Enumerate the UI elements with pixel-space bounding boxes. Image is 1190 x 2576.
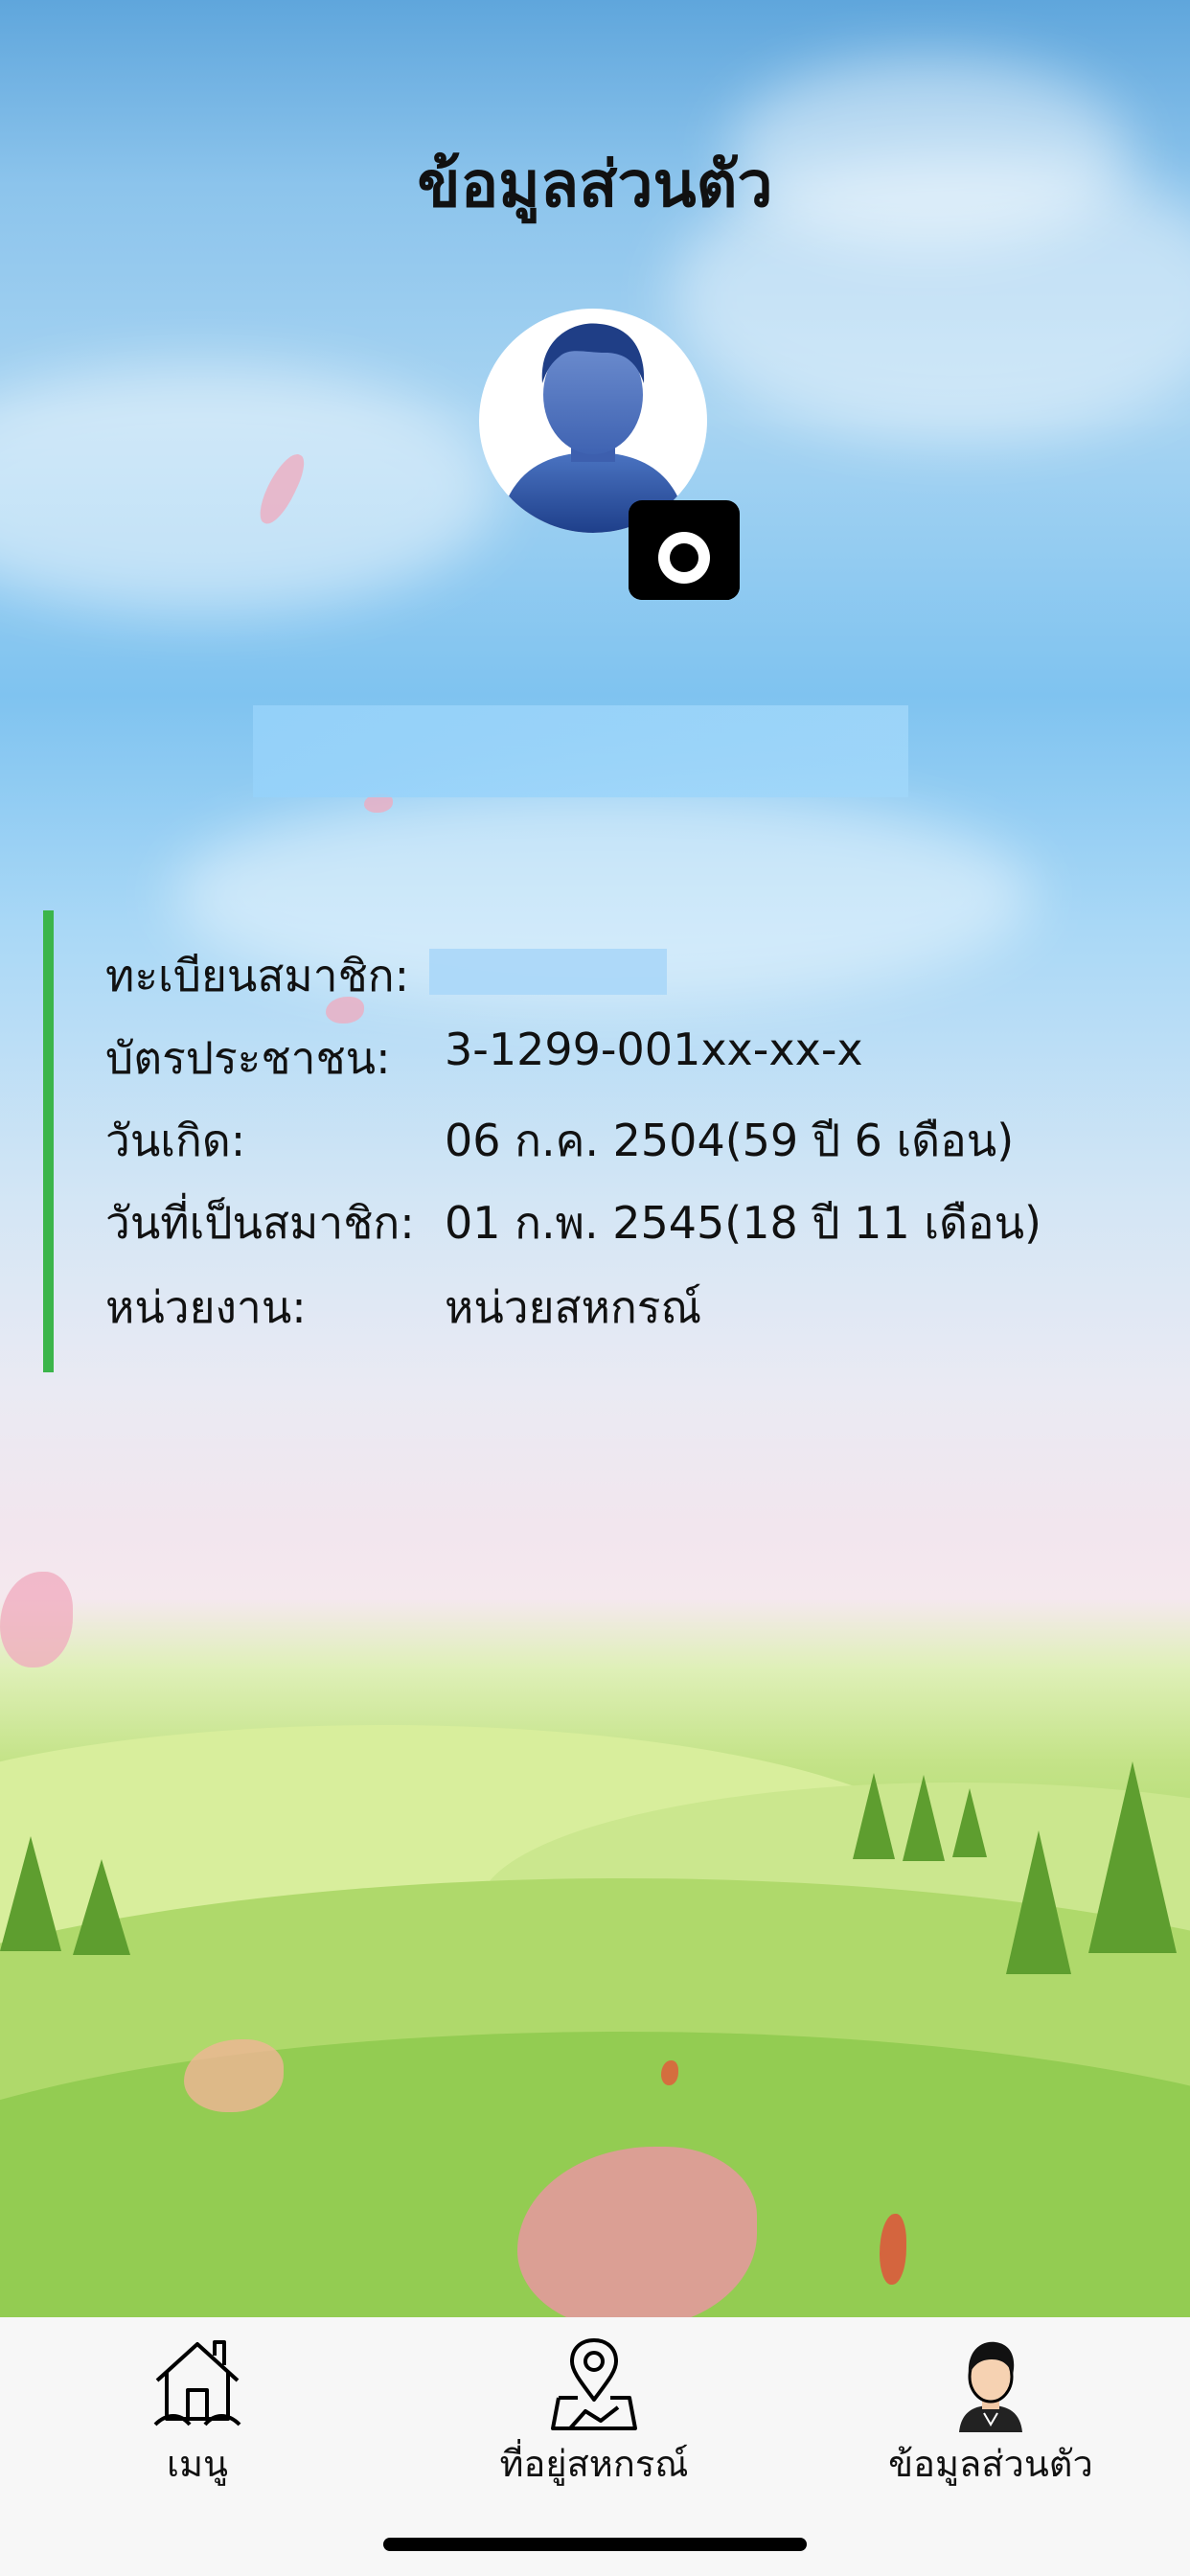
info-accent-bar	[43, 910, 54, 1372]
tree	[952, 1788, 987, 1857]
change-photo-button[interactable]	[629, 500, 740, 600]
user-silhouette-icon	[498, 323, 688, 533]
info-value: 06 ก.ค. 2504(59 ปี 6 เดือน)	[445, 1115, 1015, 1166]
info-label: วันที่เป็นสมาชิก:	[105, 1197, 415, 1249]
member-name-redacted	[253, 705, 908, 797]
info-label: ทะเบียนสมาชิก:	[105, 950, 410, 1001]
tree	[73, 1859, 130, 1955]
info-label: วันเกิด:	[105, 1115, 246, 1166]
avatar[interactable]	[479, 309, 707, 533]
nav-item-menu[interactable]: เมนู	[54, 2317, 341, 2509]
tree	[903, 1775, 945, 1861]
home-indicator	[383, 2538, 807, 2551]
petal	[0, 1572, 73, 1668]
cloud	[0, 364, 498, 613]
tree	[1088, 1761, 1177, 1953]
nav-item-location[interactable]: ที่อยู่สหกรณ์	[450, 2317, 738, 2509]
info-label: หน่วยงาน:	[105, 1281, 307, 1333]
info-value: หน่วยสหกรณ์	[445, 1281, 702, 1333]
tree	[853, 1773, 895, 1859]
nav-item-profile[interactable]: ข้อมูลส่วนตัว	[847, 2317, 1134, 2509]
tree	[1006, 1830, 1071, 1974]
info-value: 01 ก.พ. 2545(18 ปี 11 เดือน)	[445, 1197, 1041, 1249]
home-icon	[153, 2340, 241, 2426]
member-id-redacted	[429, 949, 667, 995]
nav-label-menu: เมนู	[166, 2443, 228, 2485]
profile-avatar-area	[479, 309, 740, 600]
page-title: ข้อมูลส่วนตัว	[417, 148, 773, 221]
tree	[0, 1836, 61, 1951]
map-pin-icon	[551, 2338, 637, 2430]
info-label: บัตรประชาชน:	[105, 1032, 391, 1084]
camera-icon	[629, 500, 740, 600]
info-value: 3-1299-001xx-xx-x	[445, 1024, 863, 1075]
nav-label-location: ที่อยู่สหกรณ์	[499, 2443, 689, 2485]
nav-label-profile: ข้อมูลส่วนตัว	[888, 2443, 1093, 2485]
profile-person-icon	[959, 2341, 1022, 2432]
